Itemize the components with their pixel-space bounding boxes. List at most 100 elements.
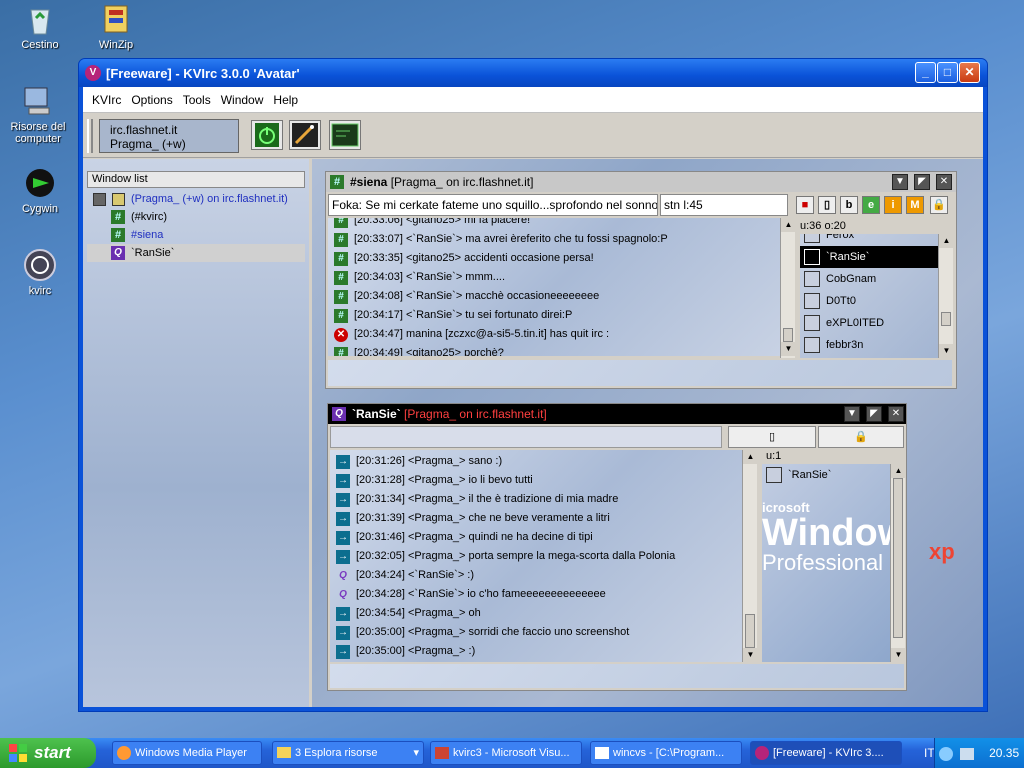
scroll-down-arrow[interactable]: ▼: [781, 342, 796, 356]
scroll-up-arrow[interactable]: ▲: [781, 218, 796, 232]
minimize-button[interactable]: _: [915, 62, 936, 83]
media-player-icon: [117, 746, 131, 760]
ban-editor-button[interactable]: ■: [796, 196, 814, 214]
channel-user-item[interactable]: D0Tt0: [800, 290, 940, 312]
invite-editor-button[interactable]: ▯: [818, 196, 836, 214]
menu-kvirc[interactable]: KVIrc: [87, 93, 126, 107]
taskbar-item-media-player[interactable]: Windows Media Player: [112, 741, 262, 765]
window-list-header: Window list: [87, 171, 305, 188]
user-status-icon: [804, 315, 820, 331]
userlist-scrollbar[interactable]: ▲ ▼: [938, 234, 954, 358]
cygwin-icon: [23, 166, 57, 200]
query-input-line[interactable]: [330, 664, 904, 688]
desktop-icon-recycle-bin[interactable]: Cestino: [2, 2, 78, 51]
outgoing-message-icon: →: [336, 492, 350, 507]
server-info-box[interactable]: irc.flashnet.it Pragma_ (+w): [99, 119, 239, 153]
scroll-up-arrow[interactable]: ▲: [743, 450, 758, 464]
taskbar-item-kvirc[interactable]: [Freeware] - KVIrc 3....: [750, 741, 902, 765]
close-button[interactable]: ✕: [959, 62, 980, 83]
query-lock-button[interactable]: 🔒: [818, 426, 904, 448]
message-text: [20:35:00] <Pragma_> :): [356, 645, 476, 657]
outgoing-message-icon: →: [336, 530, 350, 545]
taskbar-item-wincvs[interactable]: wincvs - [C:\Program...: [590, 741, 742, 765]
channel-window-header[interactable]: # #siena [Pragma_ on irc.flashnet.it] ▼ …: [326, 172, 956, 192]
mode-button[interactable]: M: [906, 196, 924, 214]
channel-icon: #: [330, 175, 344, 189]
channel-user-item[interactable]: CobGnam: [800, 268, 940, 290]
channel-user-item[interactable]: febbr3n: [800, 334, 940, 356]
taskbar-item-visual-studio[interactable]: kvirc3 - Microsoft Visu...: [430, 741, 582, 765]
scroll-down-arrow[interactable]: ▼: [743, 648, 758, 662]
user-status-icon: [804, 293, 820, 309]
message-line: # [20:34:17] <`RanSie`> tu sei fortunato …: [328, 306, 782, 325]
menu-window[interactable]: Window: [216, 93, 269, 107]
desktop-icon-my-computer[interactable]: Risorse del computer: [0, 84, 76, 145]
user-status-icon: [804, 234, 820, 243]
connect-button[interactable]: [251, 120, 283, 150]
query-userlist-scrollbar[interactable]: ▲ ▼: [890, 464, 906, 662]
menu-help[interactable]: Help: [268, 93, 303, 107]
scroll-down-arrow[interactable]: ▼: [891, 648, 906, 662]
channel-close-button[interactable]: ✕: [936, 174, 952, 190]
channel-input-line[interactable]: [328, 360, 952, 386]
start-button[interactable]: start: [0, 738, 96, 768]
scroll-down-arrow[interactable]: ▼: [939, 344, 954, 358]
scroll-up-arrow[interactable]: ▲: [939, 234, 954, 248]
window-list-item-ransie[interactable]: Q `RanSie`: [87, 244, 305, 262]
tray-expand-icon[interactable]: [939, 747, 953, 762]
lock-icon[interactable]: 🔒: [930, 196, 948, 214]
message-text: [20:35:00] <Pragma_> sorridi che faccio …: [356, 626, 630, 638]
kvirc-main-window: V [Freeware] - KVIrc 3.0.0 'Avatar' _ □ …: [78, 58, 988, 712]
query-message-view: → [20:31:26] <Pragma_> sano :) → [20:31:28]…: [330, 450, 742, 662]
channel-user-item[interactable]: eXPL0ITED: [800, 312, 940, 334]
channel-minimize-button[interactable]: ▼: [892, 174, 908, 190]
desktop-icon-kvirc[interactable]: kvirc: [2, 248, 78, 297]
channel-user-item[interactable]: Ferox: [800, 234, 940, 246]
query-window-header[interactable]: Q `RanSie` [Pragma_ on irc.flashnet.it] …: [328, 404, 906, 424]
emoticon-button[interactable]: e: [862, 196, 880, 214]
window-titlebar[interactable]: V [Freeware] - KVIrc 3.0.0 'Avatar' _ □ …: [79, 59, 987, 87]
query-close-button[interactable]: ✕: [888, 406, 904, 422]
terminal-button[interactable]: [329, 120, 361, 150]
message-text: [20:34:47] manina [zczxc@a-si5-5.tin.it]…: [354, 328, 610, 340]
italic-button[interactable]: i: [884, 196, 902, 214]
menu-tools[interactable]: Tools: [178, 93, 216, 107]
clock[interactable]: 20.35: [989, 746, 1019, 760]
window-list-item-kvirc[interactable]: # (#kvirc): [87, 208, 305, 226]
user-nick: eXPL0ITED: [826, 317, 885, 329]
channel-maximize-button[interactable]: ◤: [914, 174, 930, 190]
query-scrollbar[interactable]: ▲ ▼: [742, 450, 758, 662]
window-list-item-siena[interactable]: # #siena: [87, 226, 305, 244]
desktop-icon-cygwin[interactable]: Cygwin: [2, 166, 78, 215]
message-line: → [20:32:05] <Pragma_> porta sempre la me…: [330, 547, 742, 566]
taskbar-item-explorer[interactable]: 3 Esplora risorse ▾: [272, 741, 424, 765]
query-name: `RanSie`: [352, 407, 401, 421]
bold-button[interactable]: b: [840, 196, 858, 214]
taskbar-item-label: [Freeware] - KVIrc 3....: [773, 747, 884, 759]
user-status-icon: [804, 249, 820, 265]
outgoing-message-icon: →: [336, 473, 350, 488]
query-log-button[interactable]: ▯: [728, 426, 816, 448]
network-icon[interactable]: [960, 748, 975, 761]
channel-user-item[interactable]: Fremari: [800, 356, 940, 358]
desktop-icon-winzip[interactable]: WinZip: [78, 2, 154, 51]
options-wizard-button[interactable]: [289, 120, 321, 150]
message-line: # [20:34:49] <gitano25> porchè?: [328, 344, 782, 356]
channel-user-item[interactable]: `RanSie`: [800, 246, 940, 268]
menu-options[interactable]: Options: [126, 93, 177, 107]
maximize-button[interactable]: □: [937, 62, 958, 83]
channel-scrollbar[interactable]: ▲ ▼: [780, 218, 796, 358]
message-text: [20:34:49] <gitano25> porchè?: [354, 347, 504, 356]
message-line: → [20:35:00] <Pragma_> sorridi che faccio…: [330, 623, 742, 642]
scroll-up-arrow[interactable]: ▲: [891, 464, 906, 478]
desktop-icon-label: Cestino: [21, 39, 59, 51]
channel-topic[interactable]: Foka: Se mi cerkate fateme uno squillo..…: [328, 194, 658, 216]
message-line: → [20:31:34] <Pragma_> il the è tradizion…: [330, 490, 742, 509]
query-user-item[interactable]: `RanSie`: [762, 464, 890, 486]
query-maximize-button[interactable]: ◤: [866, 406, 882, 422]
window-list-panel: Window list (Pragma_ (+w) on irc.flashne…: [83, 159, 312, 707]
query-minimize-button[interactable]: ▼: [844, 406, 860, 422]
channel-mode[interactable]: stn l:45: [660, 194, 788, 216]
window-list-item-console[interactable]: (Pragma_ (+w) on irc.flashnet.it): [87, 190, 305, 208]
toolbar-handle[interactable]: [87, 119, 93, 153]
